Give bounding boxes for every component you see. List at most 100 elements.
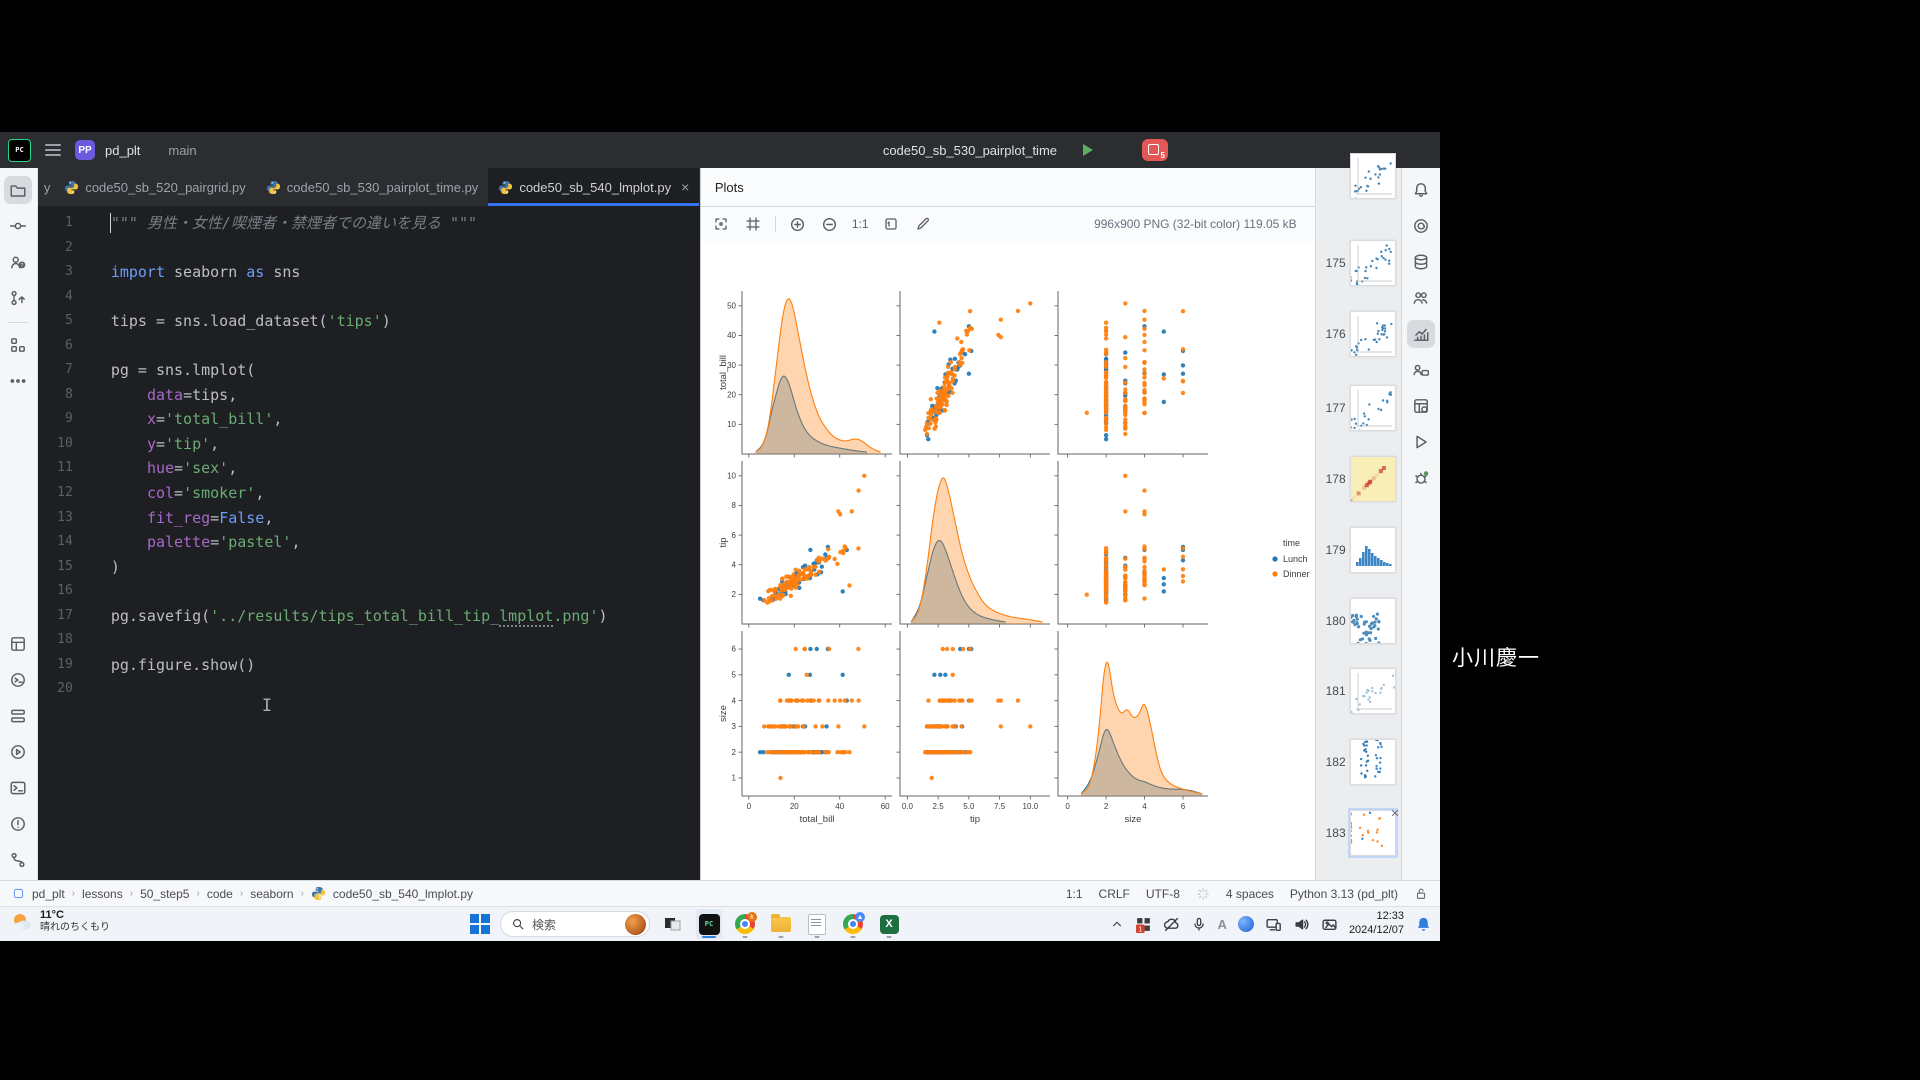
tool-stripe-code-with-me-button[interactable] (1407, 356, 1435, 384)
start-button[interactable] (470, 914, 490, 934)
tab-close-icon[interactable]: × (681, 180, 689, 194)
zoom-out-button[interactable] (820, 214, 840, 234)
python-interpreter[interactable]: Python 3.13 (pd_plt) (1290, 887, 1398, 901)
plot-thumbnail[interactable] (1350, 311, 1396, 357)
editor-tab-code50_sb_540_lmplot.py[interactable]: code50_sb_540_lmplot.py× (488, 168, 699, 206)
ime-mode-indicator[interactable]: A (1218, 917, 1227, 932)
edit-pencil-button[interactable] (913, 214, 933, 234)
taskbar-app-chrome[interactable]: k (732, 909, 758, 939)
plot-thumbnail[interactable] (1350, 668, 1396, 714)
close-plot-icon[interactable]: ✕ (1390, 807, 1399, 820)
plot-thumbnail[interactable] (1350, 810, 1396, 856)
code-with-me-button[interactable] (1229, 138, 1253, 162)
tool-stripe-commit-button[interactable] (4, 212, 32, 240)
caret-position[interactable]: 1:1 (1066, 887, 1083, 901)
plot-history-item-175[interactable]: 175 (1316, 235, 1402, 291)
tool-stripe-more-horizontal-button[interactable] (4, 367, 32, 395)
more-actions-button[interactable] (1177, 138, 1201, 162)
plot-history-item-partial[interactable] (1316, 148, 1402, 204)
actual-size-button[interactable] (881, 214, 901, 234)
tool-stripe-version-control-button[interactable] (4, 846, 32, 874)
stop-button[interactable]: 5 (1142, 139, 1168, 161)
tool-stripe-plots-chart-button[interactable] (1407, 320, 1435, 348)
code-editor[interactable]: I 1""" 男性・女性/喫煙者・禁煙者での違いを見る """23import … (38, 206, 700, 880)
plot-history-item-180[interactable]: 180 (1316, 593, 1402, 649)
editor-tab-code50_sb_520_pairgrid.py[interactable]: code50_sb_520_pairgrid.py (54, 168, 255, 206)
plot-history-item-183[interactable]: 183✕ (1316, 805, 1402, 861)
taskbar-app-pycharm[interactable]: PC (696, 909, 722, 939)
breadcrumb-item[interactable]: code50_sb_540_lmplot.py (333, 887, 473, 901)
line-separator[interactable]: CRLF (1099, 887, 1130, 901)
taskbar-app-explorer[interactable] (768, 909, 794, 939)
breadcrumb-item[interactable]: 50_step5 (140, 887, 189, 901)
microphone-icon[interactable] (1191, 916, 1207, 932)
fit-window-button[interactable] (711, 214, 731, 234)
copilot-icon[interactable] (1238, 916, 1254, 932)
plot-thumbnail[interactable] (1350, 153, 1396, 199)
plot-thumbnail[interactable] (1350, 598, 1396, 644)
tool-stripe-python-packages-button[interactable] (4, 630, 32, 658)
tray-app-badge-icon[interactable]: 1 (1135, 916, 1152, 933)
close-button[interactable] (1400, 135, 1430, 165)
editor-tab-code50_sb_530_pairplot_time.py[interactable]: code50_sb_530_pairplot_time.py (256, 168, 489, 206)
taskbar-search[interactable]: 検索 (500, 911, 650, 937)
main-menu-button[interactable] (41, 140, 65, 159)
plot-history-item-178[interactable]: 178 (1316, 451, 1402, 507)
file-encoding[interactable]: UTF-8 (1146, 887, 1180, 901)
run-button[interactable] (1076, 138, 1100, 162)
plot-history-item-181[interactable]: 181 (1316, 663, 1402, 719)
tool-stripe-folder-button[interactable] (4, 176, 32, 204)
indent-setting[interactable]: 4 spaces (1226, 887, 1274, 901)
notification-bell-icon[interactable] (1415, 916, 1432, 933)
tool-stripe-python-console-button[interactable] (4, 666, 32, 694)
tool-stripe-pull-request-button[interactable] (4, 284, 32, 312)
unlocked-padlock-icon[interactable] (1414, 887, 1428, 901)
plots-panel-header[interactable]: Plots (701, 168, 1315, 207)
taskbar-app-excel[interactable]: X (876, 909, 902, 939)
zoom-level[interactable]: 1:1 (852, 217, 869, 231)
tool-stripe-run-play-button[interactable] (1407, 428, 1435, 456)
breadcrumb-item[interactable]: pd_plt (32, 887, 65, 901)
tool-stripe-structure-button[interactable] (4, 331, 32, 359)
tab-overflow-fragment[interactable]: y (38, 168, 55, 206)
taskbar-app-chrome-profile2[interactable]: ▲ (840, 909, 866, 939)
tool-stripe-services-button[interactable] (4, 702, 32, 730)
breadcrumb-item[interactable]: seaborn (250, 887, 293, 901)
tool-stripe-learner-button[interactable]: ? (4, 248, 32, 276)
tool-stripe-database-button[interactable] (1407, 248, 1435, 276)
tool-stripe-sciview-table-button[interactable] (1407, 392, 1435, 420)
taskbar-clock[interactable]: 12:33 2024/12/07 (1349, 910, 1404, 938)
plot-history-item-176[interactable]: 176 (1316, 306, 1402, 362)
run-configuration-selector[interactable]: code50_sb_530_pairplot_time (877, 143, 1063, 158)
branch-selector[interactable]: main (163, 143, 201, 158)
weather-widget[interactable]: 11°C 晴れのちくもり (10, 909, 110, 934)
tool-stripe-ai-assistant-button[interactable] (1407, 212, 1435, 240)
search-everywhere-button[interactable] (1262, 138, 1286, 162)
onedrive-paused-icon[interactable] (1163, 916, 1180, 933)
tray-chevron-up-icon[interactable] (1110, 917, 1124, 931)
breadcrumb-item[interactable]: code (207, 887, 233, 901)
plot-history-item-177[interactable]: 177 (1316, 380, 1402, 436)
breadcrumb-item[interactable]: lessons (82, 887, 123, 901)
plot-thumbnail[interactable] (1350, 240, 1396, 286)
tool-stripe-run-circle-button[interactable] (4, 738, 32, 766)
plot-history-item-179[interactable]: 179 (1316, 522, 1402, 578)
project-selector[interactable]: pd_plt (105, 143, 145, 158)
plot-thumbnail[interactable] (1350, 739, 1396, 785)
taskbar-app-task-view[interactable] (660, 909, 686, 939)
speaker-icon[interactable] (1293, 916, 1310, 933)
devices-icon[interactable] (1265, 916, 1282, 933)
plot-thumbnail[interactable] (1350, 385, 1396, 431)
debug-button[interactable] (1109, 138, 1133, 162)
tool-stripe-collaboration-button[interactable] (1407, 284, 1435, 312)
plot-thumbnail[interactable] (1350, 527, 1396, 573)
screenshot-icon[interactable] (1321, 916, 1338, 933)
tool-stripe-terminal-button[interactable] (4, 774, 32, 802)
zoom-in-button[interactable] (788, 214, 808, 234)
plot-history-item-182[interactable]: 182 (1316, 734, 1402, 790)
taskbar-app-notepad[interactable] (804, 909, 830, 939)
frame-button[interactable] (743, 214, 763, 234)
tool-stripe-debug-bug-button[interactable] (1407, 464, 1435, 492)
plot-thumbnail[interactable] (1350, 456, 1396, 502)
tool-stripe-problems-button[interactable] (4, 810, 32, 838)
